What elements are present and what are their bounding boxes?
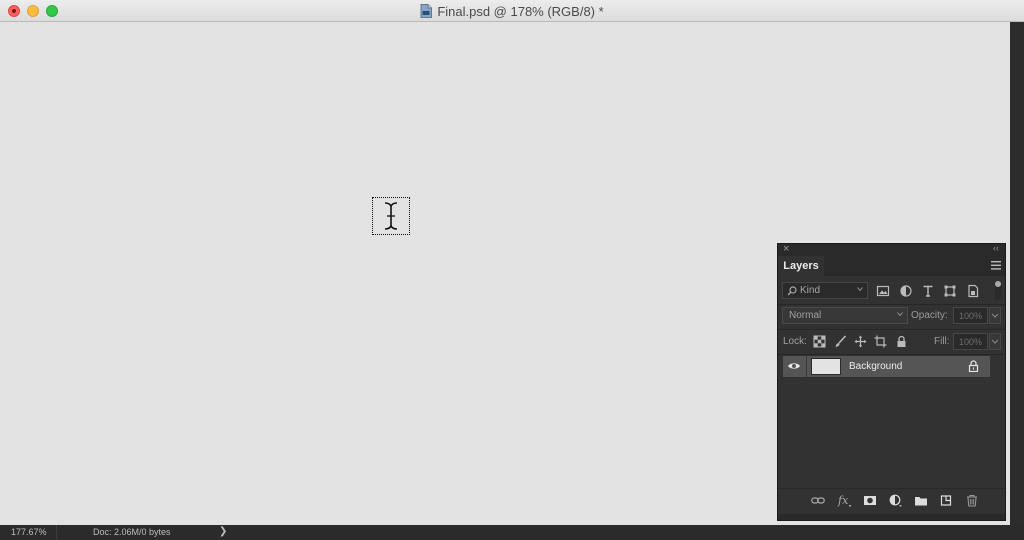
layer-filter-row: Kind xyxy=(782,281,1001,301)
link-layers-icon[interactable] xyxy=(811,494,825,507)
opacity-input[interactable]: 100% xyxy=(953,307,988,324)
lock-row: Lock: Fill: 100% xyxy=(782,332,1001,352)
layer-thumbnail[interactable] xyxy=(811,358,841,375)
image-filter-icon[interactable] xyxy=(876,284,890,298)
lock-image-pixels-icon[interactable] xyxy=(834,335,847,348)
layer-mask-icon[interactable] xyxy=(863,494,877,507)
panel-header-strip: × ‹‹ xyxy=(778,243,1005,256)
divider xyxy=(778,354,1005,355)
chevron-down-icon xyxy=(857,287,863,292)
new-layer-icon[interactable] xyxy=(939,494,953,507)
fill-label: Fill: xyxy=(934,336,950,347)
panel-bottom-edge xyxy=(778,514,1005,520)
adjustment-layer-icon[interactable] xyxy=(888,494,902,507)
type-filter-icon[interactable] xyxy=(921,284,935,298)
lock-all-icon[interactable] xyxy=(895,335,908,348)
filter-kind-select[interactable]: Kind xyxy=(782,282,868,299)
adjustment-filter-icon[interactable] xyxy=(899,284,913,298)
window-title: Final.psd @ 178% (RGB/8) * xyxy=(437,3,604,19)
fill-input[interactable]: 100% xyxy=(953,333,988,350)
delete-layer-icon[interactable] xyxy=(965,494,979,507)
divider xyxy=(778,329,1005,330)
blend-mode-select[interactable]: Normal xyxy=(782,307,908,324)
panel-collapse-icon[interactable]: ‹‹ xyxy=(993,243,999,253)
layers-panel: × ‹‹ Layers Kind Normal Opacity: 100% Lo… xyxy=(777,243,1006,521)
search-icon xyxy=(787,285,797,295)
layers-panel-toolbar: fx xyxy=(778,488,1005,513)
tab-layers[interactable]: Layers xyxy=(778,256,824,276)
layer-row-divider xyxy=(806,356,807,377)
zoom-level[interactable]: 177.67% xyxy=(11,527,47,537)
opacity-label: Opacity: xyxy=(911,310,948,321)
lock-transparent-pixels-icon[interactable] xyxy=(813,335,826,348)
blend-row: Normal Opacity: 100% xyxy=(782,306,1001,326)
chevron-down-icon xyxy=(991,339,999,344)
document-info: Doc: 2.06M/0 bytes xyxy=(93,527,171,537)
text-cursor-icon xyxy=(372,197,410,235)
svg-text:fx: fx xyxy=(837,494,849,507)
workspace-edge xyxy=(1010,22,1024,525)
layer-style-icon[interactable]: fx xyxy=(837,494,851,507)
psd-document-icon xyxy=(420,4,433,18)
shape-filter-icon[interactable] xyxy=(943,284,957,298)
lock-position-icon[interactable] xyxy=(854,335,867,348)
chevron-down-icon xyxy=(897,312,903,317)
chevron-down-icon xyxy=(991,313,999,318)
layer-row-background[interactable]: Background xyxy=(783,356,990,377)
filter-kind-label: Kind xyxy=(800,285,821,296)
visibility-eye-icon[interactable] xyxy=(787,361,801,371)
blend-mode-value: Normal xyxy=(789,310,822,321)
panel-tab-bar: Layers xyxy=(778,256,1005,276)
layer-lock-icon xyxy=(968,360,979,372)
status-menu-arrow-icon[interactable]: ❯ xyxy=(219,526,227,537)
lock-label: Lock: xyxy=(783,336,807,347)
status-divider xyxy=(56,525,57,540)
panel-close-icon[interactable]: × xyxy=(783,243,789,255)
lock-artboard-icon[interactable] xyxy=(874,335,887,348)
layer-name[interactable]: Background xyxy=(849,361,902,372)
smart-object-filter-icon[interactable] xyxy=(966,284,980,298)
status-bar: 177.67% Doc: 2.06M/0 bytes ❯ xyxy=(0,525,1024,540)
group-folder-icon[interactable] xyxy=(914,494,928,507)
title-bar: Final.psd @ 178% (RGB/8) * xyxy=(0,0,1024,22)
opacity-dropdown-button[interactable] xyxy=(989,307,1001,324)
panel-menu-icon[interactable] xyxy=(991,261,1001,270)
filter-toggle[interactable] xyxy=(995,281,1001,300)
fill-dropdown-button[interactable] xyxy=(989,333,1001,350)
divider xyxy=(778,304,1005,305)
